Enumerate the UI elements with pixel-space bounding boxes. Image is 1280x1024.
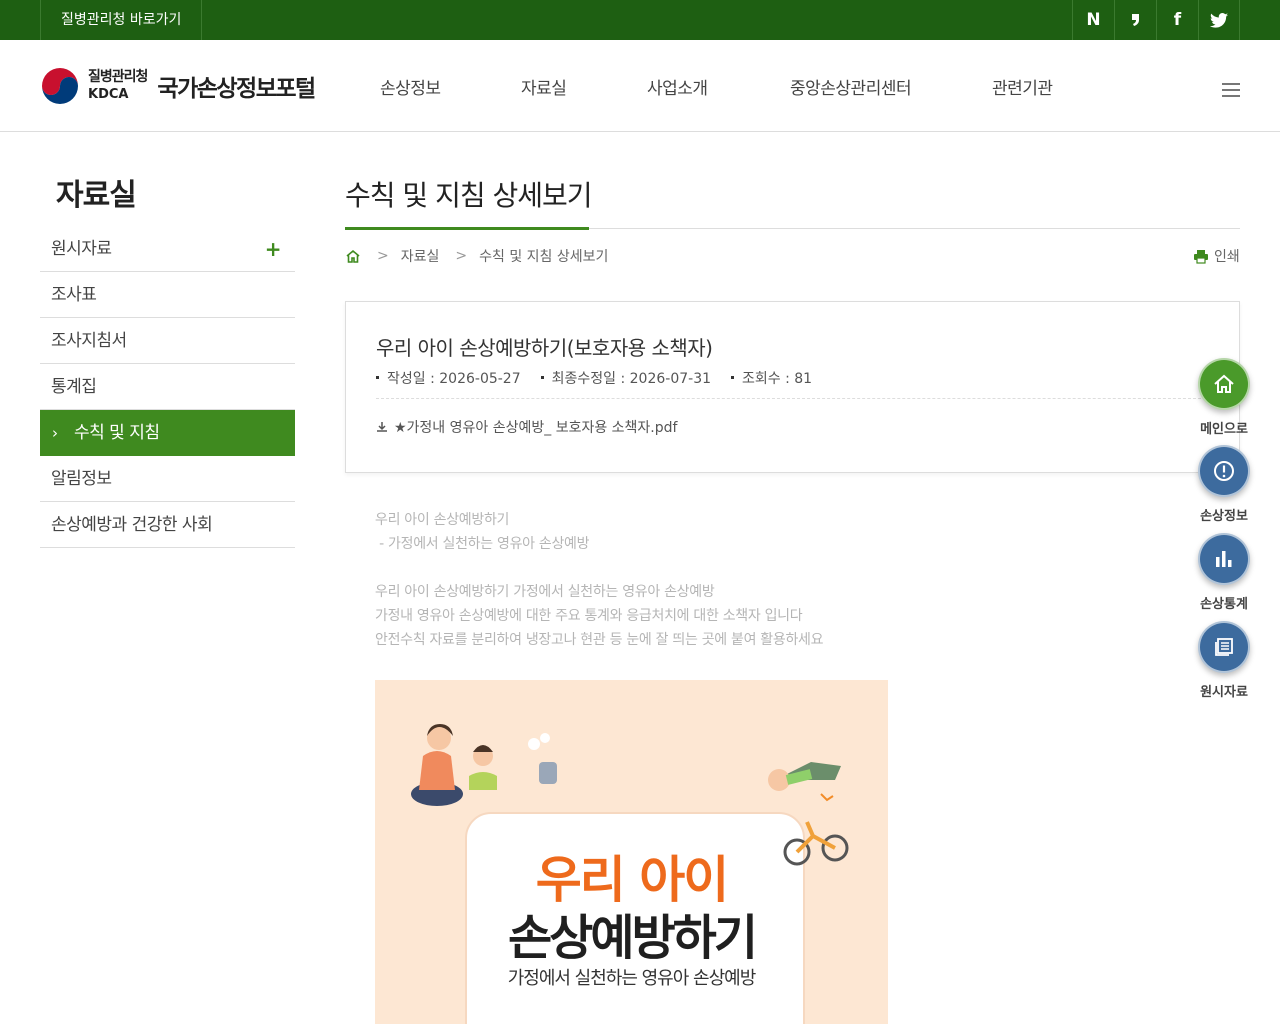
- chevron-right-icon: ›: [52, 424, 58, 442]
- body-line: 안전수칙 자료를 분리하여 냉장고나 현관 등 눈에 잘 띄는 곳에 붙여 활용…: [375, 632, 824, 648]
- breadcrumb-item[interactable]: 자료실: [401, 246, 440, 266]
- post-view-count: 조회수 : 81: [731, 368, 812, 388]
- site-header: 질병관리청 KDCA 국가손상정보포털 손상정보 자료실 사업소개 중앙손상관리…: [0, 40, 1280, 132]
- sidebar-item-healthy-society[interactable]: 손상예방과 건강한 사회: [40, 502, 295, 548]
- quick-injury-stats-label: 손상통계: [1200, 597, 1248, 612]
- sidebar-item-label: 손상예방과 건강한 사회: [51, 515, 213, 535]
- quick-injury-stats-button[interactable]: 손상통계: [1193, 533, 1255, 612]
- nav-business[interactable]: 사업소개: [647, 74, 708, 99]
- nav-related-orgs[interactable]: 관련기관: [992, 74, 1053, 99]
- illustration-mother-child: [411, 724, 557, 806]
- blog-icon[interactable]: [1114, 0, 1156, 40]
- quick-injury-info-button[interactable]: 손상정보: [1193, 445, 1255, 524]
- body-line: 우리 아이 손상예방하기 가정에서 실천하는 영유아 손상예방: [375, 584, 715, 600]
- sidebar-item-label: 조사지침서: [51, 331, 127, 351]
- agency-name-en: KDCA: [88, 87, 129, 102]
- twitter-icon[interactable]: [1198, 0, 1240, 40]
- agency-name-ko: 질병관리청: [88, 69, 148, 85]
- title-accent-bar: [345, 227, 589, 230]
- site-logo[interactable]: 질병관리청 KDCA 국가손상정보포털: [40, 66, 316, 106]
- post-modified-date: 최종수정일 : 2026-07-31: [540, 368, 711, 388]
- portal-name: 국가손상정보포털: [157, 76, 316, 102]
- document-icon: [1198, 621, 1250, 673]
- top-bar: 질병관리청 바로가기 N f: [0, 0, 1280, 40]
- body-line: - 가정에서 실천하는 영유아 손상예방: [375, 536, 590, 552]
- expand-plus-icon[interactable]: +: [265, 226, 282, 272]
- body-gap: [375, 556, 823, 580]
- print-button[interactable]: 인쇄: [1193, 246, 1240, 266]
- sidebar-item-label: 원시자료: [51, 239, 112, 259]
- quick-injury-info-label: 손상정보: [1200, 509, 1248, 524]
- booklet-subtitle: 가정에서 실천하는 영유아 손상예방: [507, 968, 757, 989]
- nav-central-center[interactable]: 중앙손상관리센터: [790, 74, 912, 99]
- post-meta: 작성일 : 2026-05-27 최종수정일 : 2026-07-31 조회수 …: [376, 368, 832, 388]
- sidebar-item-label: 알림정보: [51, 469, 112, 489]
- alert-icon: [1198, 445, 1250, 497]
- booklet-title-line2: 손상예방하기: [508, 910, 758, 966]
- kdca-emblem-icon: [41, 67, 79, 105]
- post-created-date: 작성일 : 2026-05-27: [376, 368, 521, 388]
- sidebar-item-questionnaire[interactable]: 조사표: [40, 272, 295, 318]
- page-title: 수칙 및 지침 상세보기: [345, 179, 593, 212]
- breadcrumb: > 자료실 > 수칙 및 지침 상세보기: [345, 246, 608, 266]
- post-title: 우리 아이 손상예방하기(보호자용 소책자): [376, 336, 713, 360]
- sidebar-menu: 원시자료 + 조사표 조사지침서 통계집 › 수칙 및 지침 알림정보 손상예방…: [40, 226, 295, 548]
- body-line: 우리 아이 손상예방하기: [375, 512, 510, 528]
- download-icon: [377, 422, 387, 432]
- quick-main-label: 메인으로: [1200, 422, 1248, 437]
- home-icon[interactable]: [345, 249, 361, 264]
- sidebar-item-notices[interactable]: 알림정보: [40, 456, 295, 502]
- facebook-icon[interactable]: f: [1156, 0, 1198, 40]
- sidebar-item-rules-guidelines[interactable]: › 수칙 및 지침: [40, 410, 295, 456]
- breadcrumb-separator-icon: >: [377, 248, 389, 264]
- breadcrumb-separator-icon: >: [455, 248, 468, 264]
- quick-main-button[interactable]: 메인으로: [1193, 358, 1255, 437]
- printer-icon: [1194, 249, 1208, 264]
- quick-raw-data-label: 원시자료: [1200, 685, 1248, 700]
- breadcrumb-current: 수칙 및 지침 상세보기: [479, 249, 609, 265]
- print-label: 인쇄: [1214, 249, 1240, 265]
- attachment-filename: ★가정내 영유아 손상예방_ 보호자용 소책자.pdf: [394, 420, 678, 436]
- meta-divider: [376, 398, 1211, 399]
- sidebar-item-raw-data[interactable]: 원시자료 +: [40, 226, 295, 272]
- sidebar-title: 자료실: [56, 178, 137, 213]
- quick-raw-data-button[interactable]: 원시자료: [1193, 621, 1255, 700]
- illustration-falling-child: [768, 762, 841, 802]
- post-body: 우리 아이 손상예방하기 - 가정에서 실천하는 영유아 손상예방 우리 아이 …: [375, 508, 824, 652]
- chart-icon: [1198, 533, 1250, 585]
- post-header-box: 우리 아이 손상예방하기(보호자용 소책자) 작성일 : 2026-05-27 …: [345, 301, 1240, 473]
- sns-links: N f: [1072, 0, 1240, 40]
- sidebar-item-survey-guide[interactable]: 조사지침서: [40, 318, 295, 364]
- sidebar-item-statistics[interactable]: 통계집: [40, 364, 295, 410]
- sidebar-item-label: 통계집: [51, 377, 97, 397]
- sidebar-item-label: 수칙 및 지침: [74, 423, 160, 443]
- nav-archive[interactable]: 자료실: [521, 74, 567, 99]
- sidebar-item-label: 조사표: [51, 285, 97, 305]
- nav-injury-info[interactable]: 손상정보: [380, 74, 441, 99]
- home-icon: [1198, 358, 1250, 410]
- kdca-shortcut-link[interactable]: 질병관리청 바로가기: [40, 0, 203, 40]
- hamburger-menu-icon[interactable]: [1222, 83, 1240, 97]
- body-line: 가정내 영유아 손상예방에 대한 주요 통계와 응급처치에 대한 소책자 입니다: [375, 608, 803, 624]
- naver-icon[interactable]: N: [1072, 0, 1114, 40]
- attachment-link[interactable]: ★가정내 영유아 손상예방_ 보호자용 소책자.pdf: [376, 417, 677, 437]
- booklet-cover-image: 우리 아이 손상예방하기 가정에서 실천하는 영유아 손상예방: [375, 680, 888, 1024]
- agency-name: 질병관리청 KDCA: [88, 69, 148, 103]
